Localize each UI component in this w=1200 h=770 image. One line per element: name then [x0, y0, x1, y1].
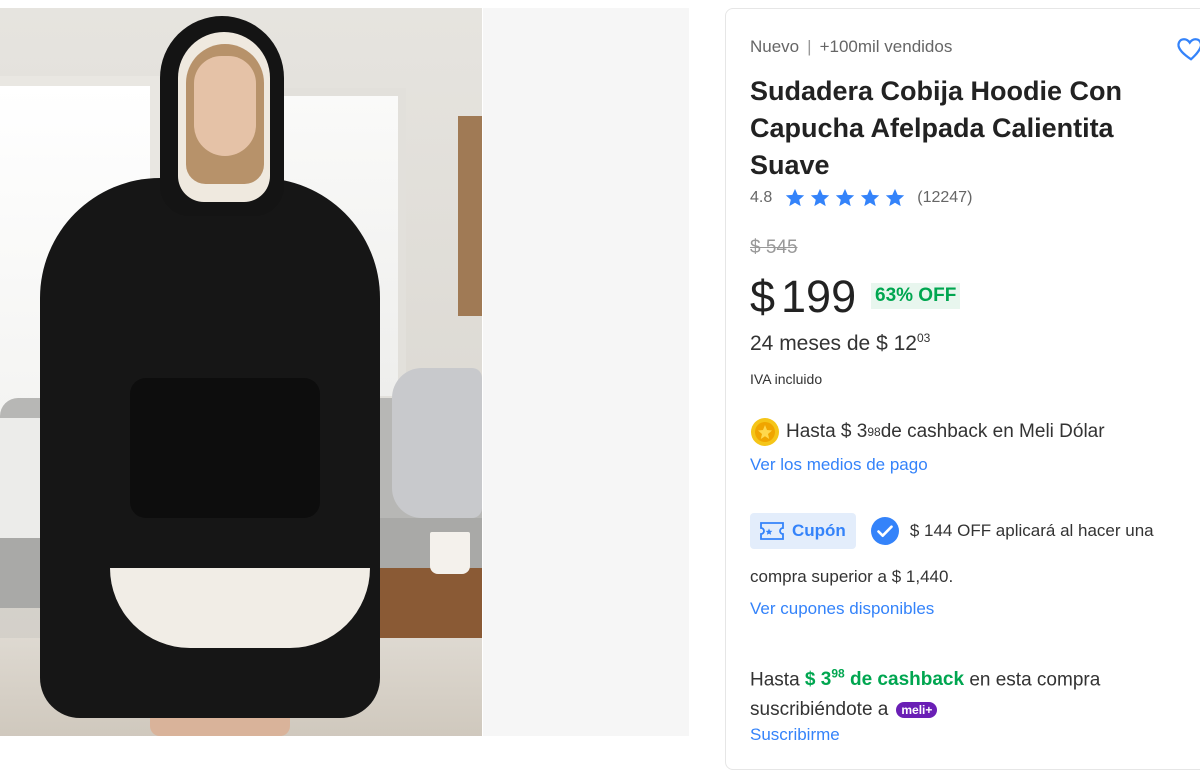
gallery-side-area: [483, 8, 689, 736]
model-face: [194, 56, 256, 156]
coupon-tag[interactable]: Cupón: [750, 513, 856, 549]
cashback-suffix: de cashback en Meli Dólar: [880, 421, 1105, 442]
coupon-label: Cupón: [792, 521, 846, 540]
coin-icon: [751, 418, 779, 446]
rating-value: 4.8: [750, 189, 773, 206]
product-gallery[interactable]: [0, 8, 482, 736]
cashback-cents: 98: [867, 425, 881, 439]
star-icon: [886, 188, 905, 207]
rating-stars: [784, 187, 909, 209]
star-icon: [861, 188, 880, 207]
meli-line2-text: suscribiéndote a: [750, 699, 889, 720]
star-icon: [786, 188, 805, 207]
available-coupons-link[interactable]: Ver cupones disponibles: [750, 599, 934, 619]
subscribe-link[interactable]: Suscribirme: [750, 725, 840, 745]
meli-amount-suffix: de cashback: [844, 669, 965, 691]
reviews-count: (12247): [917, 189, 973, 206]
rating-summary[interactable]: 4.8 (12247): [750, 187, 972, 209]
coupon-description-cont: compra superior a $ 1,440.: [750, 567, 954, 586]
cashback-prefix: Hasta $ 3: [786, 421, 868, 442]
photo-blanket: [392, 368, 482, 518]
tax-note: IVA incluido: [750, 371, 823, 387]
buy-box: Nuevo | +100mil vendidos Sudadera Cobija H…: [725, 8, 1200, 770]
meli-plus-badge: meli+: [896, 702, 938, 718]
check-circle-icon: [870, 517, 899, 545]
meli-suffix: en esta compra: [964, 669, 1101, 691]
meli-plus-subscribe-text: suscribiéndote a meli+: [750, 699, 938, 721]
product-main-image[interactable]: [0, 8, 482, 736]
heart-icon[interactable]: [1176, 33, 1200, 63]
discount-badge: 63% OFF: [871, 283, 961, 309]
current-price: $199: [750, 267, 856, 327]
ticket-icon: [760, 522, 784, 540]
payment-methods-link[interactable]: Ver los medios de pago: [750, 455, 928, 475]
hoodie-pocket: [130, 378, 320, 518]
sold-count: +100mil vendidos: [819, 37, 953, 56]
installments-text: 24 meses de $ 12: [750, 332, 917, 355]
original-price: $ 545: [750, 237, 798, 258]
meli-cents: 98: [831, 667, 845, 681]
meli-plus-cashback: Hasta $ 398 de cashback en esta compra: [750, 667, 1100, 691]
price-amount: 199: [781, 271, 857, 322]
meli-prefix: Hasta: [750, 669, 805, 691]
installments: 24 meses de $ 1203: [750, 331, 930, 356]
currency-symbol: $: [750, 271, 776, 322]
photo-frame: [458, 116, 482, 316]
separator: |: [807, 37, 812, 56]
meli-amount: $ 3: [804, 669, 832, 691]
condition-label: Nuevo: [750, 37, 800, 56]
coupon-row: Cupón $ 144 OFF aplicará al hacer una: [750, 513, 1154, 549]
product-title: Sudadera Cobija Hoodie Con Capucha Afelp…: [750, 76, 1123, 180]
product-subtitle: Nuevo | +100mil vendidos: [750, 37, 952, 57]
star-icon: [811, 188, 830, 207]
star-icon: [836, 188, 855, 207]
installments-cents: 03: [916, 331, 931, 345]
hoodie-lining-hem: [110, 568, 370, 648]
photo-mug: [430, 532, 470, 574]
meli-dolar-cashback: Hasta $ 3 98 de cashback en Meli Dólar: [750, 417, 1105, 447]
coupon-description: $ 144 OFF aplicará al hacer una: [909, 521, 1154, 540]
